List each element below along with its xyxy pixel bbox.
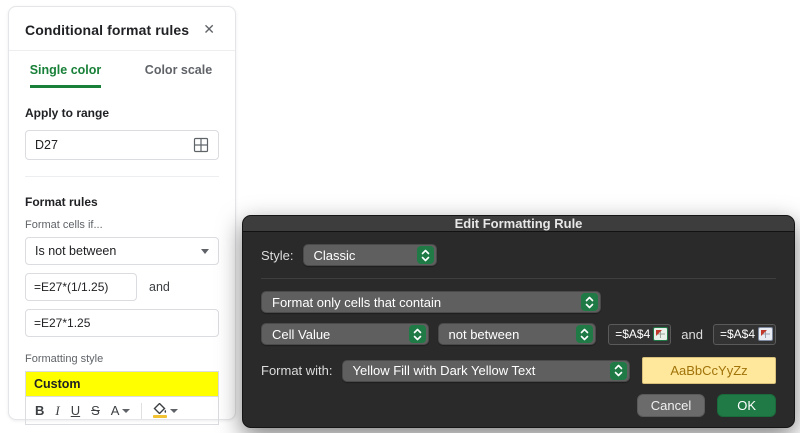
format-cells-if-label: Format cells if... xyxy=(25,219,219,231)
range-input[interactable]: D27 xyxy=(25,130,219,160)
format-with-row: Format with: Yellow Fill with Dark Yello… xyxy=(261,357,776,384)
criteria-row: Cell Value not between =$A$4 xyxy=(261,323,776,345)
stepper-icon xyxy=(581,293,598,311)
cancel-button[interactable]: Cancel xyxy=(637,394,705,417)
panel-title: Conditional format rules xyxy=(25,22,189,38)
condition-dropdown[interactable]: Is not between xyxy=(25,237,219,265)
formatting-style-label: Formatting style xyxy=(25,353,219,365)
value1-input[interactable]: =E27*(1/1.25) xyxy=(25,273,137,301)
panel-header: Conditional format rules ✕ xyxy=(9,7,235,51)
ok-button[interactable]: OK xyxy=(717,394,776,417)
format-with-value: Yellow Fill with Dark Yellow Text xyxy=(353,363,536,378)
panel-buttons: Cancel Done xyxy=(9,425,235,433)
rule-type-value: Format only cells that contain xyxy=(272,295,441,310)
format-with-label: Format with: xyxy=(261,363,333,378)
format-preview-text: AaBbCcYyZz xyxy=(670,363,747,378)
style-label: Style: xyxy=(261,248,294,263)
dialog-divider xyxy=(261,278,776,279)
operator-dropdown[interactable]: not between xyxy=(438,323,597,345)
toolbar-divider xyxy=(141,403,142,419)
range-picker-icon[interactable] xyxy=(653,327,668,341)
edit-formatting-rule-dialog: Edit Formatting Rule Style: Classic Form… xyxy=(242,215,795,428)
rule-type-dropdown[interactable]: Format only cells that contain xyxy=(261,291,601,313)
dialog-titlebar[interactable]: Edit Formatting Rule xyxy=(243,216,794,232)
format-rules-section: Format rules Format cells if... Is not b… xyxy=(9,177,235,425)
bold-button[interactable]: B xyxy=(35,404,44,417)
style-preview-text: Custom xyxy=(34,377,81,391)
format-preview: AaBbCcYyZz xyxy=(642,357,776,384)
conditional-format-rules-panel: Conditional format rules ✕ Single color … xyxy=(8,6,236,420)
operand-dropdown[interactable]: Cell Value xyxy=(261,323,429,345)
italic-button[interactable]: I xyxy=(55,404,59,417)
formula2-text: =$A$4 xyxy=(720,327,755,341)
value1-row: =E27*(1/1.25) and xyxy=(25,273,219,301)
stepper-icon xyxy=(409,325,426,343)
stepper-icon xyxy=(576,325,593,343)
value1-text: =E27*(1/1.25) xyxy=(34,280,108,294)
rule-type-row: Format only cells that contain xyxy=(261,291,776,313)
fill-color-button[interactable] xyxy=(153,403,178,418)
condition-value: Is not between xyxy=(35,244,116,258)
tab-color-scale-label: Color scale xyxy=(145,63,212,88)
formula2-input[interactable]: =$A$4 xyxy=(713,324,776,345)
paint-bucket-icon xyxy=(153,403,167,418)
operand-value: Cell Value xyxy=(272,327,330,342)
style-dropdown[interactable]: Classic xyxy=(303,244,437,266)
dialog-title: Edit Formatting Rule xyxy=(455,216,583,231)
chevron-down-icon xyxy=(201,249,209,254)
stepper-icon xyxy=(417,246,434,264)
underline-button[interactable]: U xyxy=(71,404,80,417)
and-label: and xyxy=(149,280,170,294)
stepper-icon xyxy=(610,362,627,380)
style-row: Style: Classic xyxy=(261,244,776,266)
dialog-buttons: Cancel OK xyxy=(261,384,776,417)
value2-text: =E27*1.25 xyxy=(34,316,90,330)
tab-color-scale[interactable]: Color scale xyxy=(122,51,235,88)
style-value: Classic xyxy=(314,248,356,263)
close-icon[interactable]: ✕ xyxy=(199,21,219,38)
value2-input[interactable]: =E27*1.25 xyxy=(25,309,219,337)
tab-single-color-label: Single color xyxy=(30,63,102,88)
operator-value: not between xyxy=(449,327,520,342)
fill-color-swatch xyxy=(153,415,167,418)
chevron-down-icon xyxy=(122,409,130,413)
screen: Conditional format rules ✕ Single color … xyxy=(0,0,800,433)
format-rules-heading: Format rules xyxy=(25,195,219,209)
text-color-button[interactable]: A xyxy=(111,404,131,417)
dialog-body: Style: Classic Format only cells that co… xyxy=(243,232,794,428)
tab-single-color[interactable]: Single color xyxy=(9,51,122,88)
style-preview: Custom xyxy=(25,371,219,396)
apply-to-range-label: Apply to range xyxy=(25,106,219,120)
chevron-down-icon xyxy=(170,409,178,413)
formula1-text: =$A$4 xyxy=(615,327,650,341)
text-color-label: A xyxy=(111,404,120,417)
format-with-dropdown[interactable]: Yellow Fill with Dark Yellow Text xyxy=(342,360,630,382)
strikethrough-button[interactable]: S xyxy=(91,404,100,417)
range-picker-icon[interactable] xyxy=(758,327,773,341)
grid-select-icon[interactable] xyxy=(193,137,209,153)
formatting-toolbar: B I U S A xyxy=(25,396,219,425)
apply-to-range-section: Apply to range D27 xyxy=(9,88,235,177)
formula1-input[interactable]: =$A$4 xyxy=(608,324,671,345)
tab-bar: Single color Color scale xyxy=(9,51,235,88)
range-value: D27 xyxy=(35,138,58,152)
and-label: and xyxy=(681,327,703,342)
